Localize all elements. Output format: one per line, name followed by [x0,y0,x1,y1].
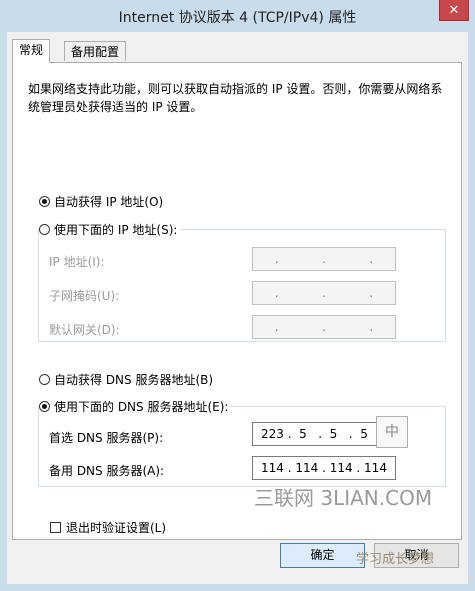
close-button[interactable]: ✕ [439,0,469,21]
auto-ip-label: 自动获得 IP 地址(O) [54,195,164,209]
manual-ip-radio[interactable] [39,224,50,235]
tab-general[interactable]: 常规 [12,39,51,63]
ok-button[interactable]: 确定 [280,543,365,568]
auto-dns-radio[interactable] [39,374,50,385]
manual-ip-label: 使用下面的 IP 地址(S): [54,223,178,237]
alternate-dns-label: 备用 DNS 服务器(A): [49,464,165,478]
validate-on-exit-option[interactable]: 退出时验证设置(L) [50,519,166,536]
tab-alternate-config[interactable]: 备用配置 [64,41,127,61]
ip-address-label: IP 地址(I): [49,255,105,269]
manual-dns-radio[interactable] [39,401,50,412]
stamp-watermark: 学习成长梦想 [356,552,435,567]
preferred-dns-label: 首选 DNS 服务器(P): [49,431,164,445]
auto-dns-option[interactable]: 自动获得 DNS 服务器地址(B) [39,371,213,388]
manual-dns-label: 使用下面的 DNS 服务器地址(E): [54,400,229,414]
default-gateway-label: 默认网关(D): [49,323,120,337]
validate-on-exit-checkbox[interactable] [50,522,61,533]
ip-address-field[interactable]: ... [252,247,396,271]
ime-indicator: 中 [376,416,408,448]
title-bar: Internet 协议版本 4 (TCP/IPv4) 属性 ✕ [0,0,475,32]
default-gateway-field[interactable]: ... [252,315,396,339]
subnet-mask-label: 子网掩码(U): [49,289,120,303]
window-title: Internet 协议版本 4 (TCP/IPv4) 属性 [118,10,357,26]
validate-on-exit-label: 退出时验证设置(L) [66,521,167,535]
subnet-mask-field[interactable]: ... [252,281,396,305]
description-text: 如果网络支持此功能，则可以获取自动指派的 IP 设置。否则，你需要从网络系统管理… [28,82,443,114]
manual-ip-option[interactable]: 使用下面的 IP 地址(S): [39,221,181,238]
alternate-dns-field[interactable]: 114 . 114 . 114 . 114 [252,456,396,480]
preferred-dns-field[interactable]: 223 . 5 . 5 . 5 [252,422,396,446]
site-watermark: 三联网 3LIAN.COM [254,486,433,510]
auto-dns-label: 自动获得 DNS 服务器地址(B) [54,373,214,387]
auto-ip-radio[interactable] [39,196,50,207]
general-tab-panel: 如果网络支持此功能，则可以获取自动指派的 IP 设置。否则，你需要从网络系统管理… [12,62,462,540]
auto-ip-option[interactable]: 自动获得 IP 地址(O) [39,193,163,210]
manual-dns-option[interactable]: 使用下面的 DNS 服务器地址(E): [39,398,232,415]
